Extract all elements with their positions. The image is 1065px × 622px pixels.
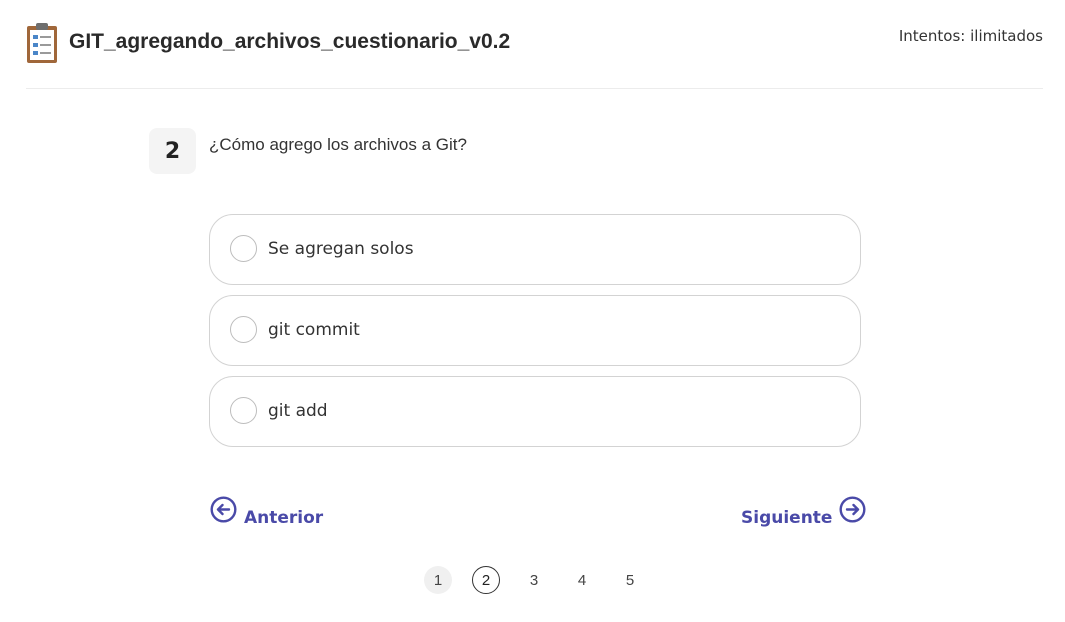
- arrow-left-circle-icon: [210, 496, 237, 523]
- next-button[interactable]: Siguiente: [741, 496, 866, 530]
- answer-option[interactable]: git commit: [209, 295, 861, 366]
- question-text: ¿Cómo agrego los archivos a Git?: [209, 135, 467, 154]
- previous-button[interactable]: Anterior: [210, 496, 323, 530]
- next-label: Siguiente: [741, 508, 833, 528]
- attempts-info: Intentos: ilimitados: [898, 27, 1043, 45]
- clipboard-checklist-icon: [27, 23, 57, 63]
- question-number: 2: [149, 128, 196, 174]
- radio-button[interactable]: [230, 316, 257, 343]
- page-1[interactable]: 1: [424, 566, 452, 594]
- arrow-right-circle-icon: [839, 496, 866, 523]
- quiz-header: GIT_agregando_archivos_cuestionario_v0.2…: [26, 0, 1043, 89]
- page-3[interactable]: 3: [520, 566, 548, 594]
- answer-option[interactable]: git add: [209, 376, 861, 447]
- radio-button[interactable]: [230, 235, 257, 262]
- answer-option-label: git add: [268, 401, 328, 421]
- answer-option[interactable]: Se agregan solos: [209, 214, 861, 285]
- pagination: 1 2 3 4 5: [424, 566, 664, 594]
- page-5[interactable]: 5: [616, 566, 644, 594]
- answer-option-label: git commit: [268, 320, 360, 340]
- radio-button[interactable]: [230, 397, 257, 424]
- quiz-title: GIT_agregando_archivos_cuestionario_v0.2: [69, 30, 511, 53]
- page-4[interactable]: 4: [568, 566, 596, 594]
- previous-label: Anterior: [244, 508, 324, 528]
- page-2[interactable]: 2: [472, 566, 500, 594]
- answer-option-label: Se agregan solos: [268, 239, 414, 259]
